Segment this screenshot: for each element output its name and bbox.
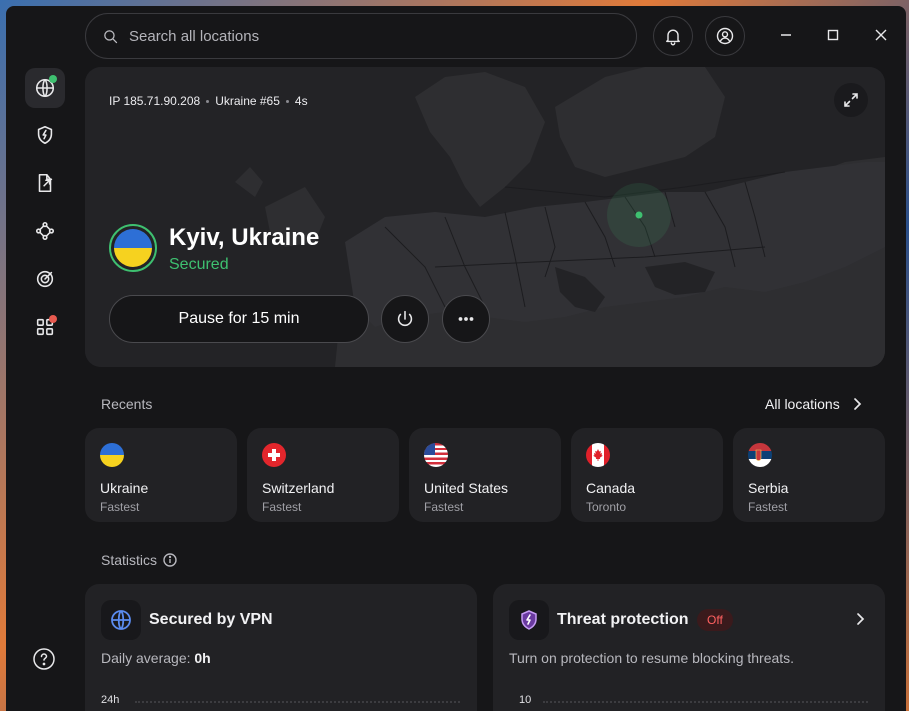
- switzerland-flag-icon: [262, 443, 286, 467]
- power-icon: [397, 310, 413, 327]
- recent-location-sub: Fastest: [100, 500, 140, 514]
- help-button[interactable]: [32, 647, 58, 673]
- ukraine-flag-icon: [109, 224, 157, 272]
- daily-average-value: 0h: [194, 650, 211, 666]
- nav-apps[interactable]: [25, 307, 65, 347]
- search-bar[interactable]: [85, 13, 637, 59]
- target-icon: [36, 270, 54, 288]
- chevron-right-icon: [853, 398, 861, 410]
- recent-location-name: Ukraine: [100, 480, 149, 496]
- threat-chart-axis-label: 10: [519, 694, 532, 706]
- nav-dark-web-monitor[interactable]: [25, 259, 65, 299]
- vpn-chart-gridline: [135, 701, 460, 703]
- shield-bolt-icon: [37, 125, 53, 145]
- vpn-stats-card[interactable]: Secured by VPN Daily average: 0h 24h: [85, 584, 477, 711]
- vpn-stats-title: Secured by VPN: [149, 611, 273, 628]
- recent-location-card[interactable]: Ukraine Fastest: [85, 428, 237, 522]
- serbia-flag-icon: [748, 443, 772, 467]
- search-input[interactable]: [129, 27, 609, 45]
- bell-icon: [666, 29, 680, 46]
- disconnect-button[interactable]: [381, 295, 429, 343]
- recent-location-card[interactable]: Switzerland Fastest: [247, 428, 399, 522]
- recents-label: Recents: [101, 396, 153, 412]
- ip-address: IP 185.71.90.208: [109, 94, 201, 108]
- more-horizontal-icon: [458, 317, 474, 321]
- vpn-stats-icon-box: [101, 600, 141, 640]
- search-icon: [104, 29, 118, 43]
- canada-flag-icon: [586, 443, 610, 467]
- more-options-button[interactable]: [442, 295, 490, 343]
- recent-location-card[interactable]: Canada Toronto: [571, 428, 723, 522]
- connection-uptime: 4s: [294, 94, 308, 108]
- mesh-network-icon: [35, 221, 55, 241]
- pause-button[interactable]: Pause for 15 min: [109, 295, 369, 343]
- statistics-title: Statistics: [101, 552, 158, 568]
- chevron-right-icon: [857, 613, 865, 625]
- connection-card: IP 185.71.90.208 Ukraine #65 4s Kyiv, Uk…: [85, 67, 885, 367]
- all-locations-label: All locations: [765, 396, 840, 412]
- notification-badge: [49, 315, 57, 323]
- vpn-chart-axis-label: 24h: [101, 694, 120, 706]
- daily-average-label: Daily average:: [101, 650, 191, 666]
- recent-location-name: Serbia: [748, 480, 789, 496]
- user-icon: [716, 27, 734, 45]
- sidebar: [6, 6, 84, 711]
- server-name: Ukraine #65: [215, 94, 280, 108]
- connection-info: IP 185.71.90.208 Ukraine #65 4s: [109, 94, 308, 108]
- info-icon[interactable]: [163, 553, 177, 567]
- recent-location-name: Canada: [586, 480, 636, 496]
- status-badge: Off: [697, 609, 733, 631]
- help-icon: [33, 648, 55, 670]
- connected-badge: [49, 75, 57, 83]
- expand-icon: [844, 93, 858, 107]
- recent-location-card[interactable]: United States Fastest: [409, 428, 561, 522]
- threat-stats-text: Turn on protection to resume blocking th…: [509, 650, 795, 666]
- shield-bolt-icon: [521, 610, 537, 630]
- threat-stats-icon-box: [509, 600, 549, 640]
- separator-dot: [285, 99, 289, 103]
- recent-location-name: Switzerland: [262, 480, 335, 496]
- all-locations-link[interactable]: All locations: [765, 396, 864, 412]
- threat-chart-gridline: [543, 701, 868, 703]
- threat-stats-card[interactable]: Threat protection Off Turn on protection…: [493, 584, 885, 711]
- recent-location-card[interactable]: Serbia Fastest: [733, 428, 885, 522]
- nav-threat-protection[interactable]: [25, 115, 65, 155]
- ukraine-flag-icon: [100, 443, 124, 467]
- globe-icon: [111, 610, 131, 630]
- notifications-button[interactable]: [653, 16, 693, 56]
- recent-location-sub: Fastest: [748, 500, 788, 514]
- threat-stats-title: Threat protection: [557, 611, 689, 628]
- separator-dot: [206, 99, 210, 103]
- connection-status: Secured: [169, 256, 229, 273]
- nav-globe[interactable]: [25, 68, 65, 108]
- connected-location: Kyiv, Ukraine: [169, 224, 320, 251]
- nav-meshnet[interactable]: [25, 211, 65, 251]
- recent-location-sub: Fastest: [262, 500, 302, 514]
- nav-file-sharing[interactable]: [25, 163, 65, 203]
- file-share-icon: [38, 173, 53, 193]
- account-button[interactable]: [705, 16, 745, 56]
- maximize-button[interactable]: [821, 23, 845, 47]
- close-button[interactable]: [869, 23, 893, 47]
- minimize-button[interactable]: [774, 23, 798, 47]
- vpn-daily-average: Daily average: 0h: [101, 650, 211, 666]
- statistics-label: Statistics: [101, 552, 177, 568]
- recent-location-sub: Fastest: [424, 500, 464, 514]
- united-states-flag-icon: [424, 443, 448, 467]
- close-icon: [875, 29, 887, 41]
- threat-open-button[interactable]: [853, 612, 867, 631]
- recent-location-sub: Toronto: [586, 500, 627, 514]
- app-window: IP 185.71.90.208 Ukraine #65 4s Kyiv, Uk…: [6, 6, 906, 711]
- minimize-icon: [781, 34, 791, 36]
- recent-location-name: United States: [424, 480, 509, 496]
- maximize-icon: [827, 29, 839, 41]
- expand-map-button[interactable]: [834, 83, 868, 117]
